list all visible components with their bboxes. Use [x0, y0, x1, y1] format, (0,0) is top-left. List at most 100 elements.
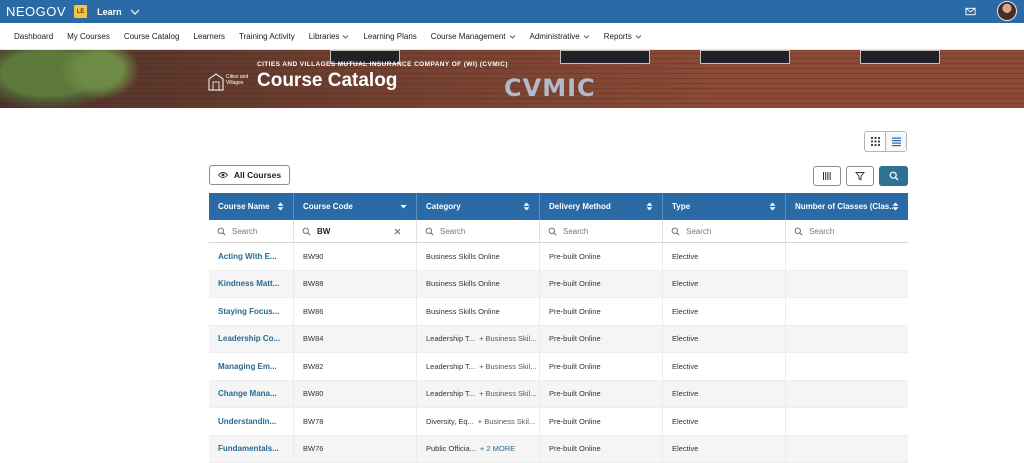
nav-item-dashboard[interactable]: Dashboard — [14, 32, 53, 41]
column-search-input[interactable]: BW — [294, 220, 417, 242]
product-switcher-label[interactable]: Learn — [97, 7, 122, 17]
chevron-down-icon — [635, 33, 642, 40]
nav-item-reports[interactable]: Reports — [604, 32, 642, 41]
delivery-method-cell-text: Pre-built Online — [549, 252, 601, 261]
category-more-tag[interactable]: + 2 MORE — [480, 444, 515, 453]
sort-icon[interactable] — [277, 202, 284, 211]
column-search-input[interactable]: Search — [786, 220, 908, 242]
type-cell: Elective — [663, 353, 786, 380]
column-header-course-name[interactable]: Course Name — [209, 193, 294, 220]
table-row[interactable]: Leadership Co... BW84 Leadership T... + Bus… — [209, 326, 908, 354]
nav-item-course-management[interactable]: Course Management — [431, 32, 516, 41]
sort-icon[interactable] — [523, 202, 530, 211]
search-placeholder: Search — [563, 227, 588, 236]
table-row[interactable]: Managing Em...BW82Leadership T...+ Busin… — [209, 353, 908, 381]
search-button[interactable] — [879, 166, 908, 186]
table-row[interactable]: Staying Focus...BW86Business Skills Onli… — [209, 298, 908, 326]
column-header-label: Delivery Method — [549, 202, 611, 211]
filter-button[interactable] — [846, 166, 874, 186]
course-name-link[interactable]: Change Mana... — [209, 381, 294, 408]
course-name-link[interactable]: Understandin... — [209, 408, 294, 435]
sort-icon[interactable] — [769, 202, 776, 211]
mail-icon[interactable] — [965, 6, 976, 17]
table-row[interactable]: Fundamentals...BW76Public Officia...+ 2 … — [209, 436, 908, 463]
column-search-input[interactable]: Search — [663, 220, 786, 242]
number-of-classes-cell — [786, 353, 908, 380]
category-cell-text: Public Officia... — [426, 444, 476, 453]
course-name-link[interactable]: Managing Em... — [209, 353, 294, 380]
nav-item-training-activity[interactable]: Training Activity — [239, 32, 295, 41]
category-cell: Leadership T...+ Business Skil... — [417, 353, 540, 380]
course-name-link-text: Kindness Matt... — [218, 279, 279, 288]
category-cell: Leadership T...+ Business Skil... — [417, 381, 540, 408]
nav-item-learners[interactable]: Learners — [193, 32, 225, 41]
course-code-cell: BW88 — [294, 271, 417, 298]
table-row[interactable]: Change Mana...BW80Leadership T...+ Busin… — [209, 381, 908, 409]
column-header-label: Course Name — [218, 202, 270, 211]
category-more-tag[interactable]: + Business Skil... — [479, 362, 536, 371]
type-cell: Elective — [663, 381, 786, 408]
clear-icon[interactable] — [394, 228, 401, 235]
nav-item-course-catalog[interactable]: Course Catalog — [124, 32, 180, 41]
type-cell-text: Elective — [672, 444, 698, 453]
table-row[interactable]: Acting With E...BW90Business Skills Onli… — [209, 243, 908, 271]
column-search-input[interactable]: Search — [540, 220, 663, 242]
avatar[interactable] — [997, 1, 1017, 21]
category-cell-text: Business Skills Online — [426, 307, 500, 316]
course-name-link[interactable]: Acting With E... — [209, 243, 294, 270]
category-more-tag[interactable]: + Business Skil... — [478, 417, 535, 426]
category-cell: Leadership T... + Business Skil... — [417, 326, 540, 353]
search-placeholder: Search — [440, 227, 465, 236]
nav-item-label: Administrative — [530, 32, 580, 41]
sort-icon[interactable] — [646, 202, 653, 211]
course-name-link[interactable]: Kindness Matt... — [209, 271, 294, 298]
category-more-tag[interactable]: + Business Skil... — [479, 334, 536, 343]
columns-button[interactable] — [813, 166, 841, 186]
course-name-link[interactable]: Fundamentals... — [209, 436, 294, 463]
nav-item-administrative[interactable]: Administrative — [530, 32, 590, 41]
eye-icon — [218, 171, 228, 179]
delivery-method-cell: Pre-built Online — [540, 436, 663, 463]
course-name-link[interactable]: Staying Focus... — [209, 298, 294, 325]
delivery-method-cell: Pre-built Online — [540, 353, 663, 380]
nav-item-label: Reports — [604, 32, 632, 41]
all-courses-button[interactable]: All Courses — [209, 165, 290, 185]
page-title: Course Catalog — [257, 70, 397, 92]
nav-item-label: Training Activity — [239, 32, 295, 41]
course-code-cell-text: BW78 — [303, 417, 323, 426]
table-row[interactable]: Kindness Matt...BW88Business Skills Onli… — [209, 271, 908, 299]
course-table: Course Name Course CodeCategory Delivery M… — [209, 193, 908, 463]
course-name-link-text: Managing Em... — [218, 362, 277, 371]
delivery-method-cell: Pre-built Online — [540, 381, 663, 408]
column-search-input[interactable]: Search — [417, 220, 540, 242]
sort-icon[interactable] — [400, 202, 407, 211]
grid-view-button[interactable] — [865, 132, 885, 151]
table-row[interactable]: Understandin...BW78Diversity, Eq...+ Bus… — [209, 408, 908, 436]
brand-logo[interactable]: NEOGOV — [6, 4, 66, 19]
chevron-down-icon[interactable] — [130, 7, 140, 17]
column-header-type[interactable]: Type — [663, 193, 786, 220]
type-cell: Elective — [663, 326, 786, 353]
nav-item-libraries[interactable]: Libraries — [309, 32, 350, 41]
column-header-category[interactable]: Category — [417, 193, 540, 220]
search-icon — [302, 227, 311, 236]
nav-item-my-courses[interactable]: My Courses — [67, 32, 110, 41]
number-of-classes-cell — [786, 243, 908, 270]
course-name-link-text: Acting With E... — [218, 252, 277, 261]
column-header-number-of-classes-clas[interactable]: Number of Classes (Clas... — [786, 193, 908, 220]
course-code-cell-text: BW84 — [303, 334, 323, 343]
sort-icon[interactable] — [892, 202, 899, 211]
category-cell-text: Leadership T... — [426, 334, 475, 343]
category-more-tag[interactable]: + Business Skil... — [479, 389, 536, 398]
course-name-link[interactable]: Leadership Co... — [209, 326, 294, 353]
category-cell: Business Skills Online — [417, 298, 540, 325]
column-search-input[interactable]: Search — [209, 220, 294, 242]
column-header-delivery-method[interactable]: Delivery Method — [540, 193, 663, 220]
nav-item-learning-plans[interactable]: Learning Plans — [363, 32, 416, 41]
list-view-button[interactable] — [885, 132, 906, 151]
type-cell-text: Elective — [672, 252, 698, 261]
wall-sign-text: CVMIC — [504, 74, 596, 102]
type-cell-text: Elective — [672, 334, 698, 343]
table-body: Acting With E...BW90Business Skills Onli… — [209, 243, 908, 463]
column-header-course-code[interactable]: Course Code — [294, 193, 417, 220]
